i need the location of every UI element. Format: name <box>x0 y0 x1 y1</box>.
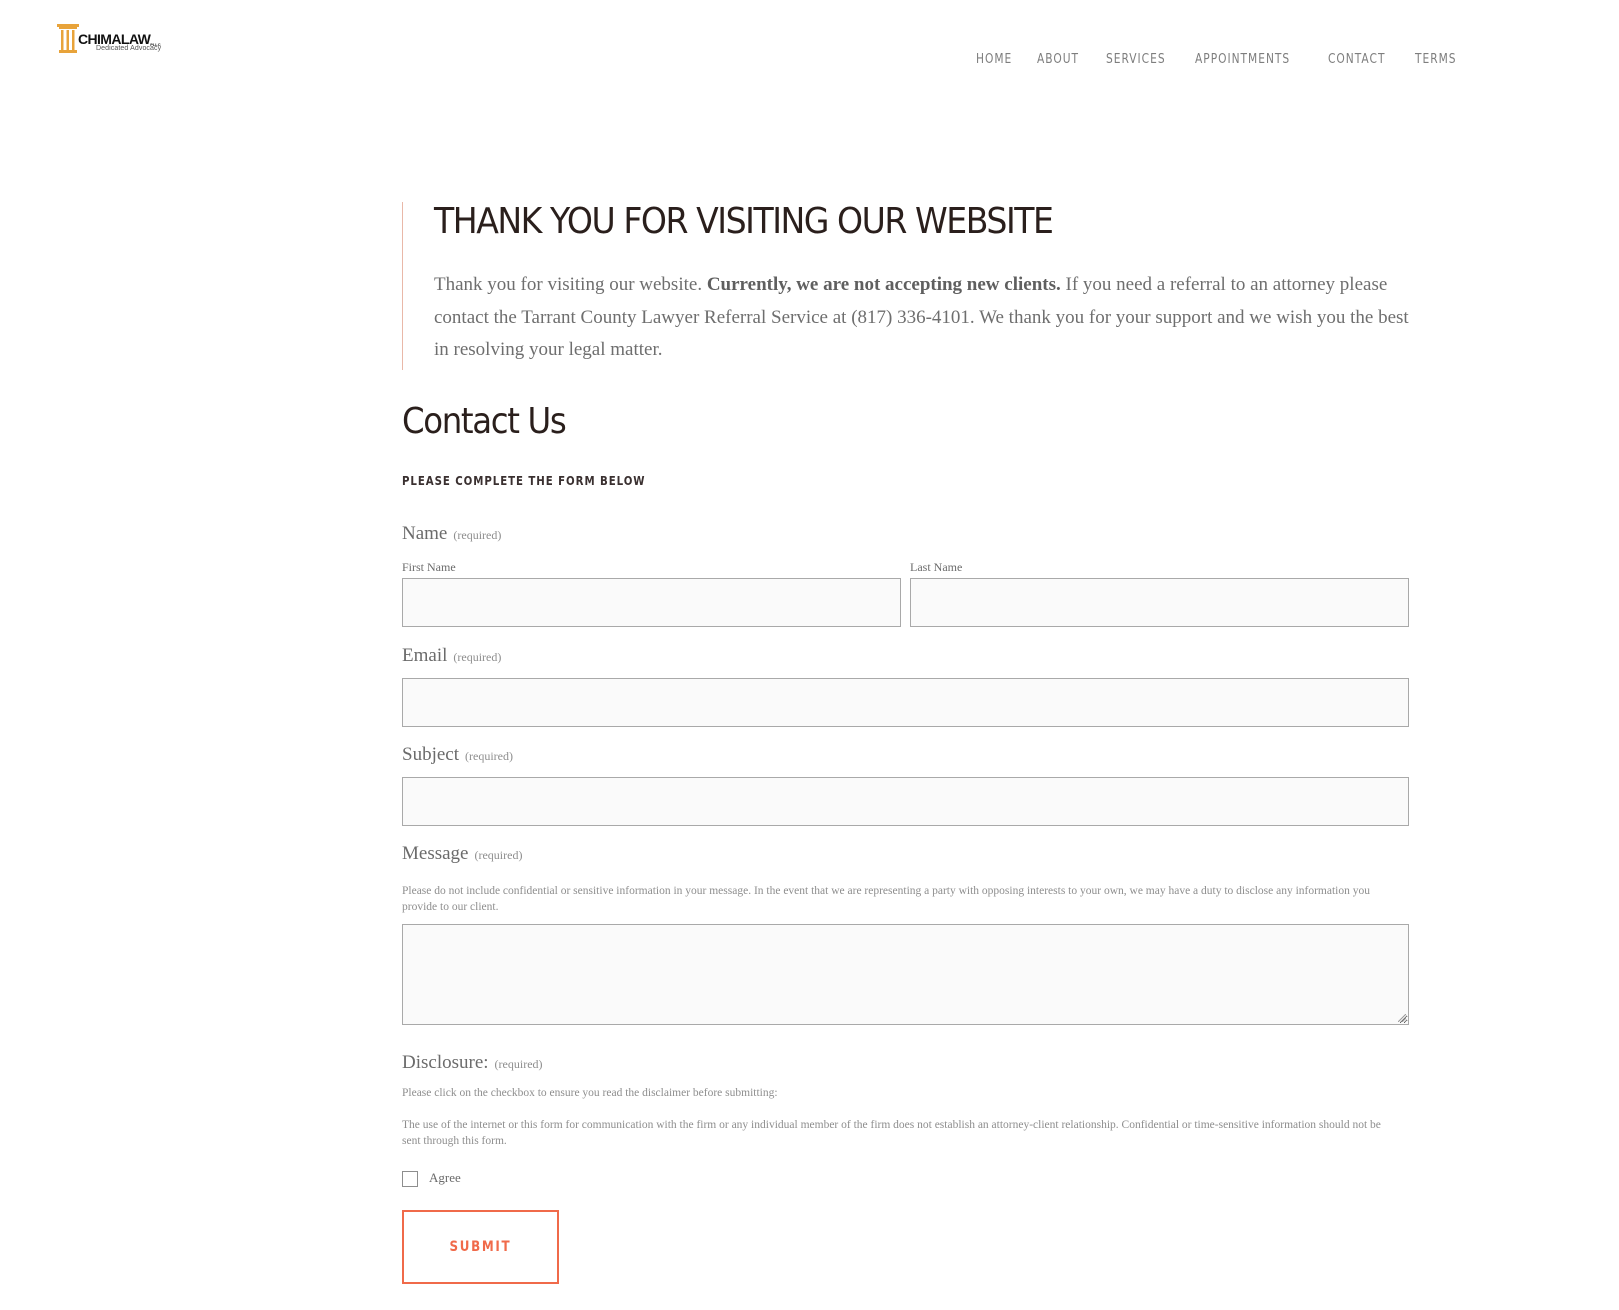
notice-title: THANK YOU FOR VISITING OUR WEBSITE <box>434 201 1054 242</box>
resize-handle-icon[interactable] <box>1398 1014 1406 1022</box>
disclosure-label: Disclosure: (required) <box>402 1052 543 1073</box>
required-note: (required) <box>465 749 513 763</box>
email-label: Email (required) <box>402 645 502 666</box>
agree-checkbox[interactable] <box>402 1171 418 1187</box>
message-field[interactable] <box>402 924 1409 1025</box>
nav-services[interactable]: SERVICES <box>1106 52 1166 67</box>
subject-input[interactable] <box>403 778 1408 825</box>
pillar-icon <box>57 24 79 53</box>
required-note: (required) <box>453 650 502 664</box>
main-nav: HOME ABOUT SERVICES APPOINTMENTS CONTACT… <box>976 52 1483 67</box>
notice-blockquote: THANK YOU FOR VISITING OUR WEBSITE Thank… <box>402 202 1412 370</box>
last-name-field[interactable] <box>910 578 1409 627</box>
email-field[interactable] <box>402 678 1409 727</box>
first-name-label: First Name <box>402 560 456 574</box>
first-name-field[interactable] <box>402 578 901 627</box>
nav-appointments[interactable]: APPOINTMENTS <box>1195 52 1290 67</box>
nav-contact[interactable]: CONTACT <box>1328 52 1385 67</box>
submit-button[interactable]: SUBMIT <box>402 1210 559 1284</box>
required-note: (required) <box>474 848 523 862</box>
first-name-input[interactable] <box>403 579 900 626</box>
notice-text: Thank you for visiting our website. Curr… <box>434 269 1412 367</box>
disclosure-help: Please click on the checkbox to ensure y… <box>402 1087 778 1099</box>
notice-text-intro: Thank you for visiting our website. <box>434 274 707 295</box>
name-label: Name (required) <box>402 523 502 544</box>
email-input[interactable] <box>403 679 1408 726</box>
subject-field[interactable] <box>402 777 1409 826</box>
agree-label[interactable]: Agree <box>429 1170 461 1186</box>
required-note: (required) <box>494 1057 543 1071</box>
disclaimer-text: The use of the internet or this form for… <box>402 1119 1381 1147</box>
site-logo[interactable]: CHIMALAWPLLC Dedicated Advocacy <box>57 24 177 58</box>
message-label: Message (required) <box>402 843 523 864</box>
required-note: (required) <box>453 528 502 542</box>
last-name-label: Last Name <box>910 560 963 574</box>
submit-label: SUBMIT <box>449 1239 512 1255</box>
message-help: Please do not include confidential or se… <box>402 885 1370 913</box>
notice-text-emphasis: Currently, we are not accepting new clie… <box>706 274 1061 295</box>
last-name-input[interactable] <box>911 579 1408 626</box>
message-textarea[interactable] <box>403 925 1408 1024</box>
nav-terms[interactable]: TERMS <box>1415 52 1457 67</box>
nav-about[interactable]: ABOUT <box>1037 52 1079 67</box>
subject-label: Subject (required) <box>402 744 513 765</box>
contact-title: Contact Us <box>402 401 567 442</box>
nav-home[interactable]: HOME <box>976 52 1012 67</box>
form-intro: PLEASE COMPLETE THE FORM BELOW <box>402 474 646 488</box>
logo-tagline: Dedicated Advocacy <box>96 45 162 52</box>
